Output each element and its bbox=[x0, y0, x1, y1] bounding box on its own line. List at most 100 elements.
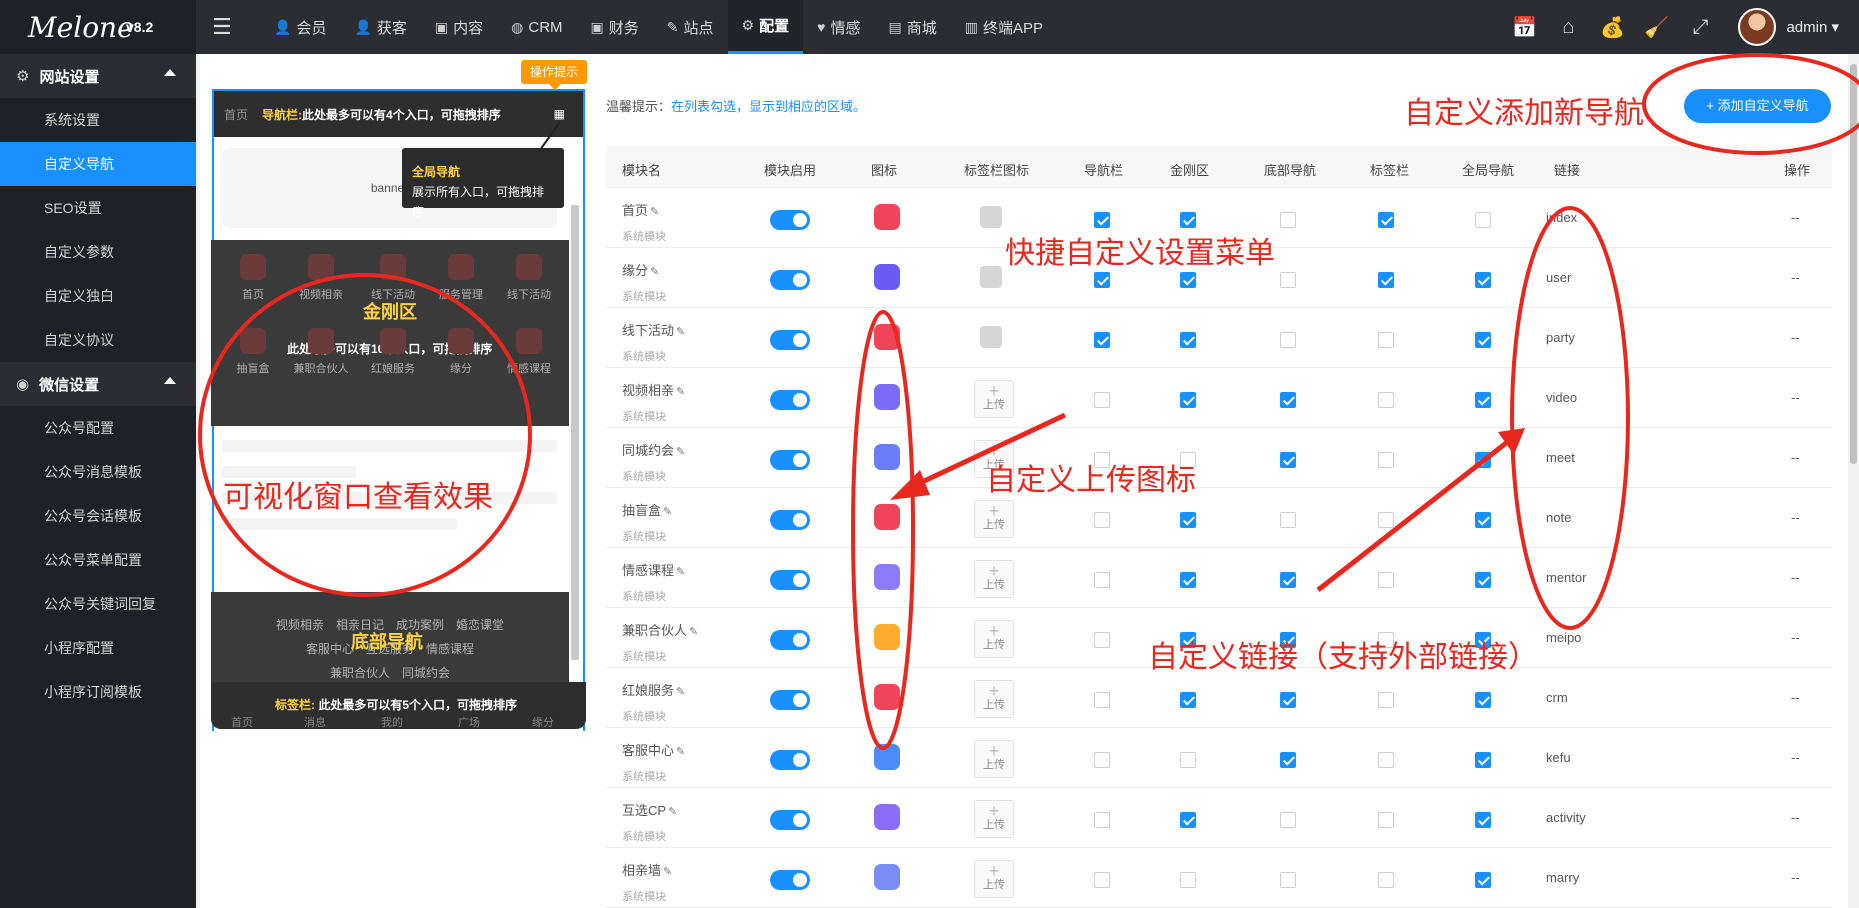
gold-item[interactable]: 情感课程 bbox=[497, 328, 561, 376]
checkbox-gold[interactable] bbox=[1180, 692, 1196, 708]
nav-finance[interactable]: ▣ 财务 bbox=[577, 0, 653, 54]
module-icon[interactable] bbox=[874, 564, 900, 590]
checkbox-gold[interactable] bbox=[1180, 812, 1196, 828]
module-icon[interactable] bbox=[874, 324, 900, 350]
module-enable-switch[interactable] bbox=[770, 450, 810, 470]
checkbox-tab[interactable] bbox=[1378, 512, 1394, 528]
checkbox-bottom[interactable] bbox=[1280, 212, 1296, 228]
calendar-icon[interactable]: 📅 bbox=[1502, 15, 1546, 40]
preview-tab-bar[interactable]: 标签栏: 此处最多可以有5个入口，可拖拽排序 首页 消息 我的 广场 缘分 bbox=[211, 682, 586, 729]
gold-item[interactable]: 线下活动 bbox=[497, 254, 561, 302]
checkbox-gold[interactable] bbox=[1180, 272, 1196, 288]
module-enable-switch[interactable] bbox=[770, 510, 810, 530]
checkbox-global[interactable] bbox=[1475, 392, 1491, 408]
sidebar-item[interactable]: 公众号关键词回复 bbox=[0, 582, 196, 626]
edit-icon[interactable]: ✎ bbox=[676, 326, 685, 338]
sidebar-item[interactable]: 公众号菜单配置 bbox=[0, 538, 196, 582]
tab-bar-icon[interactable] bbox=[980, 326, 1002, 348]
preview-global-nav[interactable]: 全局导航 展示所有入口，可拖拽排序 bbox=[402, 148, 564, 219]
module-enable-switch[interactable] bbox=[770, 270, 810, 290]
module-operation[interactable]: -- bbox=[1791, 210, 1800, 225]
edit-icon[interactable]: ✎ bbox=[650, 266, 659, 278]
tab-bar-icon[interactable] bbox=[980, 206, 1002, 228]
module-operation[interactable]: -- bbox=[1791, 510, 1800, 525]
sidebar-item[interactable]: 公众号配置 bbox=[0, 406, 196, 450]
module-link[interactable]: activity bbox=[1546, 810, 1586, 825]
clear-cache-icon[interactable]: 🧹 bbox=[1634, 15, 1678, 40]
checkbox-bottom[interactable] bbox=[1280, 692, 1296, 708]
checkbox-tab[interactable] bbox=[1378, 212, 1394, 228]
edit-icon[interactable]: ✎ bbox=[663, 866, 672, 878]
module-enable-switch[interactable] bbox=[770, 630, 810, 650]
preview-bottom-nav[interactable]: 视频相亲 相亲日记 成功案例 婚恋课堂 客服中心 互选服务 情感课程 兼职合伙人… bbox=[211, 592, 569, 682]
tab-bar-icon[interactable] bbox=[980, 266, 1002, 288]
sidebar-item[interactable]: 小程序配置 bbox=[0, 626, 196, 670]
gold-item[interactable]: 首页 bbox=[221, 254, 285, 302]
edit-icon[interactable]: ✎ bbox=[676, 566, 685, 578]
checkbox-gold[interactable] bbox=[1180, 872, 1196, 888]
sidebar-group[interactable]: ◉ 微信设置 bbox=[0, 362, 196, 406]
module-icon[interactable] bbox=[874, 744, 900, 770]
checkbox-gold[interactable] bbox=[1180, 752, 1196, 768]
sidebar-item[interactable]: 自定义协议 bbox=[0, 318, 196, 362]
sidebar-item[interactable]: 自定义参数 bbox=[0, 230, 196, 274]
checkbox-bottom[interactable] bbox=[1280, 752, 1296, 768]
module-operation[interactable]: -- bbox=[1791, 330, 1800, 345]
gold-item[interactable]: 缘分 bbox=[429, 328, 493, 376]
checkbox-tab[interactable] bbox=[1378, 572, 1394, 588]
checkbox-global[interactable] bbox=[1475, 512, 1491, 528]
checkbox-bottom[interactable] bbox=[1280, 812, 1296, 828]
checkbox-tab[interactable] bbox=[1378, 692, 1394, 708]
checkbox-nav[interactable] bbox=[1094, 332, 1110, 348]
checkbox-global[interactable] bbox=[1475, 272, 1491, 288]
checkbox-nav[interactable] bbox=[1094, 272, 1110, 288]
module-link[interactable]: user bbox=[1546, 270, 1571, 285]
edit-icon[interactable]: ✎ bbox=[676, 446, 685, 458]
module-icon[interactable] bbox=[874, 444, 900, 470]
checkbox-global[interactable] bbox=[1475, 872, 1491, 888]
module-link[interactable]: meipo bbox=[1546, 630, 1581, 645]
checkbox-gold[interactable] bbox=[1180, 212, 1196, 228]
gold-item[interactable]: 服务管理 bbox=[429, 254, 493, 302]
checkbox-global[interactable] bbox=[1475, 572, 1491, 588]
module-link[interactable]: mentor bbox=[1546, 570, 1586, 585]
edit-icon[interactable]: ✎ bbox=[689, 626, 698, 638]
sidebar-item[interactable]: 小程序订阅模板 bbox=[0, 670, 196, 714]
edit-icon[interactable]: ✎ bbox=[676, 746, 685, 758]
preview-nav-bar[interactable]: 首页 导航栏: 此处最多可以有4个入口，可拖拽排序 ▦ bbox=[214, 91, 583, 137]
logo[interactable]: Melone v8.2 bbox=[0, 0, 196, 54]
upload-icon-button[interactable]: + 上传 bbox=[974, 740, 1014, 778]
module-link[interactable]: meet bbox=[1546, 450, 1575, 465]
module-link[interactable]: party bbox=[1546, 330, 1575, 345]
checkbox-tab[interactable] bbox=[1378, 752, 1394, 768]
checkbox-nav[interactable] bbox=[1094, 812, 1110, 828]
checkbox-nav[interactable] bbox=[1094, 692, 1110, 708]
checkbox-global[interactable] bbox=[1475, 752, 1491, 768]
grid-icon[interactable]: ▦ bbox=[554, 107, 565, 121]
checkbox-global[interactable] bbox=[1475, 212, 1491, 228]
money-bag-icon[interactable]: 💰 bbox=[1590, 15, 1634, 40]
checkbox-nav[interactable] bbox=[1094, 392, 1110, 408]
module-icon[interactable] bbox=[874, 384, 900, 410]
module-link[interactable]: note bbox=[1546, 510, 1571, 525]
module-operation[interactable]: -- bbox=[1791, 750, 1800, 765]
checkbox-gold[interactable] bbox=[1180, 572, 1196, 588]
home-icon[interactable]: ⌂ bbox=[1546, 16, 1590, 39]
checkbox-tab[interactable] bbox=[1378, 872, 1394, 888]
nav-acquire[interactable]: 👤 获客 bbox=[340, 0, 420, 54]
checkbox-nav[interactable] bbox=[1094, 632, 1110, 648]
module-enable-switch[interactable] bbox=[770, 330, 810, 350]
module-icon[interactable] bbox=[874, 864, 900, 890]
sidebar-group[interactable]: ⚙ 网站设置 bbox=[0, 54, 196, 98]
checkbox-global[interactable] bbox=[1475, 452, 1491, 468]
nav-heart[interactable]: ♥ 情感 bbox=[803, 0, 874, 54]
checkbox-global[interactable] bbox=[1475, 812, 1491, 828]
edit-icon[interactable]: ✎ bbox=[676, 686, 685, 698]
admin-menu[interactable]: admin ▾ bbox=[1786, 18, 1839, 36]
checkbox-nav[interactable] bbox=[1094, 752, 1110, 768]
sidebar-item[interactable]: 公众号会话模板 bbox=[0, 494, 196, 538]
module-enable-switch[interactable] bbox=[770, 870, 810, 890]
checkbox-bottom[interactable] bbox=[1280, 872, 1296, 888]
checkbox-bottom[interactable] bbox=[1280, 452, 1296, 468]
sidebar-item[interactable]: 系统设置 bbox=[0, 98, 196, 142]
